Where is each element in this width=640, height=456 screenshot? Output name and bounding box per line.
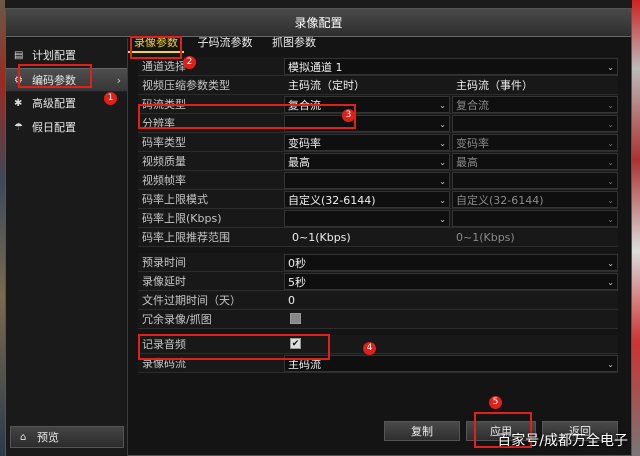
chevron-down-icon: ⌄ xyxy=(439,101,446,110)
annotation-badge: 2 xyxy=(183,56,196,69)
copy-button[interactable]: 复制 xyxy=(384,421,460,441)
background-edge-right xyxy=(632,0,640,456)
select-value: 复合流 xyxy=(456,99,489,112)
chevron-down-icon: ⌄ xyxy=(607,177,614,186)
chevron-down-icon: ⌄ xyxy=(607,120,614,129)
row-bitrate-recommend: 码率上限推荐范围 0~1(Kbps) 0~1(Kbps) xyxy=(138,228,618,247)
sidebar-item-label: 高级配置 xyxy=(32,97,76,110)
field-label: 预录时间 xyxy=(142,256,186,269)
frame-rate-select-event[interactable]: ⌄ xyxy=(452,172,618,189)
row-expire: 文件过期时间（天） 0 xyxy=(138,291,618,310)
row-channel: 通道选择 模拟通道 1 ⌄ xyxy=(138,57,618,76)
row-bitrate-type: 码率类型 变码率 ⌄ 变码率 ⌄ xyxy=(138,133,618,152)
holiday-icon: ☂ xyxy=(14,122,23,133)
bitrate-type-select-event[interactable]: 变码率 ⌄ xyxy=(452,134,618,151)
frame-rate-select-main[interactable]: ⌄ xyxy=(284,172,450,189)
row-post-record: 录像延时 5秒 ⌄ xyxy=(138,272,618,291)
bitrate-limit-select-main[interactable]: ⌄ xyxy=(284,210,450,227)
tab-substream-params[interactable]: 子码流参数 xyxy=(192,33,259,53)
bitrate-limit-mode-select-main[interactable]: 自定义(32-6144) ⌄ xyxy=(284,191,450,208)
chevron-down-icon: ⌄ xyxy=(607,278,614,287)
preview-label: 预览 xyxy=(37,431,59,444)
annotation-box xyxy=(138,334,330,360)
chevron-down-icon: ⌄ xyxy=(607,259,614,268)
select-value: 自定义(32-6144) xyxy=(456,194,544,207)
resolution-select-event[interactable]: ⌄ xyxy=(452,115,618,132)
field-label: 码率上限推荐范围 xyxy=(142,231,230,244)
tab-snapshot-params[interactable]: 抓图参数 xyxy=(266,33,322,53)
video-quality-select-event[interactable]: 最高 ⌄ xyxy=(452,153,618,170)
advanced-icon: ✱ xyxy=(14,98,23,109)
field-label: 视频质量 xyxy=(142,155,186,168)
field-label: 码率上限模式 xyxy=(142,193,208,206)
chevron-down-icon: ⌄ xyxy=(607,215,614,224)
bitrate-limit-mode-select-event[interactable]: 自定义(32-6144) ⌄ xyxy=(452,191,618,208)
annotation-badge: 4 xyxy=(363,342,376,355)
channel-select[interactable]: 模拟通道 1 ⌄ xyxy=(284,58,618,75)
chevron-right-icon: › xyxy=(116,74,121,87)
row-pre-record: 预录时间 0秒 ⌄ xyxy=(138,253,618,272)
field-label: 冗余录像/抓图 xyxy=(142,313,212,326)
expire-days-input[interactable]: 0 xyxy=(284,291,618,310)
bitrate-type-select-main[interactable]: 变码率 ⌄ xyxy=(284,134,450,151)
chevron-down-icon: ⌄ xyxy=(439,139,446,148)
sidebar-item-label: 计划配置 xyxy=(32,49,76,62)
chevron-down-icon: ⌄ xyxy=(439,158,446,167)
field-label: 录像延时 xyxy=(142,275,186,288)
post-record-select[interactable]: 5秒 ⌄ xyxy=(284,273,618,290)
sidebar-item-label: 假日配置 xyxy=(32,121,76,134)
chevron-down-icon: ⌄ xyxy=(607,101,614,110)
chevron-down-icon: ⌄ xyxy=(607,63,614,72)
chevron-down-icon: ⌄ xyxy=(607,158,614,167)
field-label: 通道选择 xyxy=(142,60,186,73)
select-value: 自定义(32-6144) xyxy=(288,194,376,207)
field-label: 码率上限(Kbps) xyxy=(142,212,222,225)
redundant-checkbox[interactable] xyxy=(290,313,301,324)
field-label: 码率类型 xyxy=(142,136,186,149)
select-value: 0秒 xyxy=(288,257,306,270)
field-label: 视频帧率 xyxy=(142,174,186,187)
sidebar-item-holiday[interactable]: ☂ 假日配置 xyxy=(6,116,127,140)
chevron-down-icon: ⌄ xyxy=(439,196,446,205)
preview-button[interactable]: ⌂ 预览 xyxy=(10,426,124,448)
field-label: 文件过期时间（天） xyxy=(142,294,241,307)
select-value: 变码率 xyxy=(456,137,489,150)
video-quality-select-main[interactable]: 最高 ⌄ xyxy=(284,153,450,170)
annotation-box xyxy=(130,36,182,59)
row-compress-type: 视频压缩参数类型 主码流（定时） 主码流（事件） xyxy=(138,76,618,95)
bitrate-recommend-event: 0~1(Kbps) xyxy=(456,231,515,244)
bitrate-limit-select-event[interactable]: ⌄ xyxy=(452,210,618,227)
row-video-quality: 视频质量 最高 ⌄ 最高 ⌄ xyxy=(138,152,618,171)
record-stream-select[interactable]: 主码流 ⌄ xyxy=(284,355,618,372)
column-header-scheduled: 主码流（定时） xyxy=(288,79,365,92)
annotation-badge: 1 xyxy=(104,92,117,105)
select-value: 5秒 xyxy=(288,276,306,289)
annotation-box xyxy=(138,104,356,129)
select-value: 最高 xyxy=(288,156,310,169)
select-value: 变码率 xyxy=(288,137,321,150)
row-bitrate-limit-mode: 码率上限模式 自定义(32-6144) ⌄ 自定义(32-6144) ⌄ xyxy=(138,190,618,209)
chevron-down-icon: ⌄ xyxy=(439,177,446,186)
chevron-down-icon: ⌄ xyxy=(607,360,614,369)
watermark: 百家号/成都万全电子 xyxy=(497,433,628,449)
row-bitrate-limit: 码率上限(Kbps) ⌄ ⌄ xyxy=(138,209,618,228)
chevron-down-icon: ⌄ xyxy=(607,196,614,205)
stream-type-select-event[interactable]: 复合流 ⌄ xyxy=(452,96,618,113)
chevron-down-icon: ⌄ xyxy=(439,215,446,224)
annotation-box xyxy=(18,64,92,88)
pre-record-select[interactable]: 0秒 ⌄ xyxy=(284,254,618,271)
annotation-badge: 5 xyxy=(489,396,502,409)
column-header-event: 主码流（事件） xyxy=(456,79,533,92)
row-redundant: 冗余录像/抓图 xyxy=(138,310,618,329)
select-value: 最高 xyxy=(456,156,478,169)
bitrate-recommend-main: 0~1(Kbps) xyxy=(292,231,351,244)
home-icon: ⌂ xyxy=(20,432,27,443)
field-label: 视频压缩参数类型 xyxy=(142,79,230,92)
select-value: 模拟通道 1 xyxy=(288,61,343,74)
annotation-badge: 3 xyxy=(342,109,355,122)
row-frame-rate: 视频帧率 ⌄ ⌄ xyxy=(138,171,618,190)
chevron-down-icon: ⌄ xyxy=(439,120,446,129)
chevron-down-icon: ⌄ xyxy=(607,139,614,148)
